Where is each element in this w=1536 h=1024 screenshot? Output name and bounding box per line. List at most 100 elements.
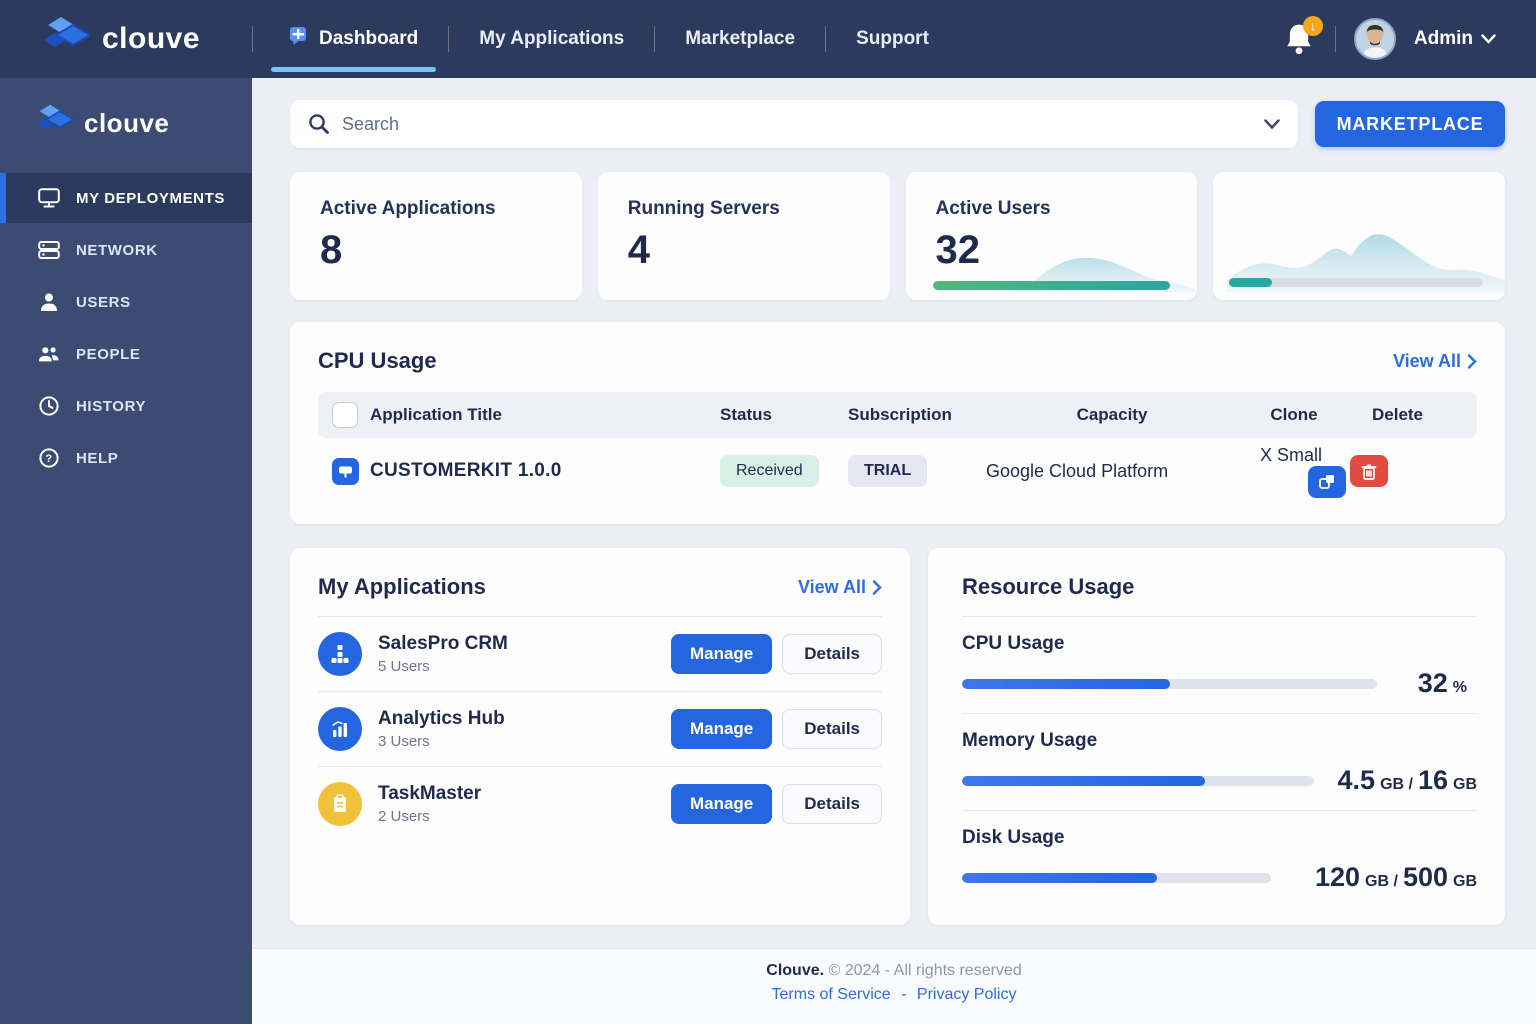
- search-icon: [309, 114, 329, 134]
- col-capacity: Capacity: [1076, 405, 1148, 424]
- sidebar-item-people[interactable]: PEOPLE: [0, 329, 252, 379]
- col-subscription: Subscription: [848, 405, 952, 424]
- meter-value: 120 GB /500 GB: [1314, 862, 1477, 892]
- search-input[interactable]: [342, 113, 1264, 135]
- manage-button[interactable]: Manage: [670, 709, 773, 749]
- stat-label: Active Users: [935, 198, 1051, 219]
- application-icon: [332, 457, 359, 485]
- delete-button[interactable]: [1350, 455, 1388, 487]
- bar-chart-icon: [318, 707, 362, 751]
- stat-label: Active Applications: [320, 198, 496, 219]
- usage-progress: [1229, 278, 1483, 287]
- nav-tab-my-applications[interactable]: My Applications: [449, 0, 654, 78]
- privacy-policy-link[interactable]: Privacy Policy: [917, 986, 1017, 1003]
- stat-value: 8: [320, 228, 343, 272]
- help-icon: ?: [38, 448, 60, 468]
- sidebar-item-my-deployments[interactable]: MY DEPLOYMENTS: [0, 173, 252, 223]
- main-content: MARKETPLACE Active Applications 8 Runnin…: [252, 78, 1536, 1024]
- manage-button[interactable]: Manage: [670, 784, 773, 824]
- sidebar-item-label: NETWORK: [76, 241, 158, 259]
- clock-icon: [38, 396, 60, 416]
- sidebar-item-label: HELP: [76, 449, 119, 467]
- stat-card-active-applications: Active Applications 8: [290, 172, 582, 300]
- svg-text:?: ?: [45, 453, 52, 465]
- stat-card-usage-chart: [1213, 172, 1505, 300]
- meter-disk: Disk Usage 120 GB /500 GB: [962, 811, 1477, 907]
- admin-name: Admin: [1413, 28, 1473, 49]
- clouve-logo-icon: [36, 104, 76, 143]
- app-name: TaskMaster: [378, 783, 482, 804]
- avatar[interactable]: [1353, 18, 1396, 60]
- table-row: CUSTOMERKIT 1.0.0 Received TRIAL Google …: [318, 438, 1477, 504]
- app-row-taskmaster: TaskMaster 2 Users Manage Details: [318, 767, 882, 841]
- sidebar-item-network[interactable]: NETWORK: [0, 225, 252, 275]
- app-row-analytics-hub: Analytics Hub 3 Users Manage Details: [318, 692, 882, 767]
- cpu-usage-panel: CPU Usage View All Application Title Sta…: [290, 322, 1505, 524]
- manage-button[interactable]: Manage: [670, 634, 773, 674]
- meter-label: CPU Usage: [962, 633, 1065, 654]
- select-all-checkbox[interactable]: [332, 402, 358, 428]
- stat-value: 32: [935, 228, 981, 272]
- navbar-logo[interactable]: clouve: [0, 16, 252, 63]
- cpu-view-all-link[interactable]: View All: [1393, 351, 1477, 372]
- terms-of-service-link[interactable]: Terms of Service: [772, 986, 891, 1003]
- nav-tab-label: Dashboard: [319, 28, 419, 49]
- top-navbar: clouve Dashboard My Applications Marketp…: [0, 0, 1536, 78]
- footer-separator: -: [901, 986, 907, 1003]
- sidebar-menu: MY DEPLOYMENTS NETWORK USERS PEOPLE HIST…: [0, 173, 252, 483]
- trash-icon: [1361, 464, 1377, 480]
- app-users: 5 Users: [378, 658, 430, 675]
- app-name: SalesPro CRM: [378, 633, 508, 654]
- resource-usage-panel: Resource Usage CPU Usage 32% Memory Usag…: [928, 548, 1505, 925]
- sidebar-item-users[interactable]: USERS: [0, 277, 252, 327]
- clone-icon: [1319, 474, 1334, 489]
- clone-button[interactable]: [1308, 465, 1346, 498]
- col-status: Status: [720, 405, 772, 424]
- sidebar: clouve MY DEPLOYMENTS NETWORK USERS PEOP…: [0, 78, 252, 1024]
- server-icon: [38, 240, 60, 260]
- meter-track: [962, 775, 1314, 786]
- search-chevron-down-icon[interactable]: [1264, 118, 1280, 130]
- search-bar[interactable]: [290, 100, 1298, 148]
- view-all-label: View All: [1392, 350, 1461, 371]
- app-row-salespro-crm: SalesPro CRM 5 Users Manage Details: [318, 617, 882, 692]
- table-header: Application Title Status Subscription Ca…: [318, 392, 1477, 438]
- app-name: Analytics Hub: [378, 708, 505, 729]
- application-title[interactable]: CUSTOMERKIT 1.0.0: [370, 460, 720, 482]
- subscription-badge: TRIAL: [848, 455, 928, 487]
- details-button[interactable]: Details: [782, 709, 882, 749]
- notification-badge: ↓: [1302, 16, 1323, 36]
- my-applications-panel: My Applications View All SalesPro CRM 5 …: [290, 548, 910, 925]
- nav-tab-label: Marketplace: [685, 28, 796, 49]
- cpu-usage-title: CPU Usage: [318, 348, 437, 373]
- nav-tab-label: My Applications: [479, 28, 625, 49]
- details-button[interactable]: Details: [782, 784, 882, 824]
- app-users: 2 Users: [378, 808, 430, 825]
- clouve-logo-icon: [44, 16, 92, 63]
- sidebar-item-label: USERS: [76, 293, 131, 311]
- nav-tab-marketplace[interactable]: Marketplace: [655, 0, 825, 78]
- details-button[interactable]: Details: [782, 634, 882, 674]
- sidebar-item-history[interactable]: HISTORY: [0, 381, 252, 431]
- admin-menu[interactable]: Admin: [1414, 28, 1496, 50]
- meter-track: [962, 678, 1377, 689]
- stat-label: Running Servers: [627, 198, 780, 219]
- meter-cpu: CPU Usage 32%: [962, 617, 1477, 714]
- meter-track: [962, 872, 1271, 883]
- status-badge: Received: [720, 455, 819, 487]
- sidebar-item-label: HISTORY: [76, 397, 147, 415]
- marketplace-button[interactable]: MARKETPLACE: [1315, 101, 1505, 147]
- sidebar-item-help[interactable]: ? HELP: [0, 433, 252, 483]
- sidebar-logo[interactable]: clouve: [0, 78, 252, 167]
- apps-view-all-link[interactable]: View All: [798, 577, 882, 598]
- nav-tab-support[interactable]: Support: [826, 0, 959, 78]
- sidebar-item-label: PEOPLE: [76, 345, 141, 363]
- crm-modules-icon: [318, 632, 362, 676]
- meter-memory: Memory Usage 4.5 GB /16 GB: [962, 714, 1477, 811]
- nav-tab-dashboard[interactable]: Dashboard: [259, 0, 448, 78]
- user-icon: [38, 292, 60, 312]
- notifications-button[interactable]: ↓: [1283, 16, 1323, 56]
- col-delete: Delete: [1371, 405, 1424, 424]
- view-all-label: View All: [797, 576, 866, 597]
- people-icon: [38, 344, 60, 364]
